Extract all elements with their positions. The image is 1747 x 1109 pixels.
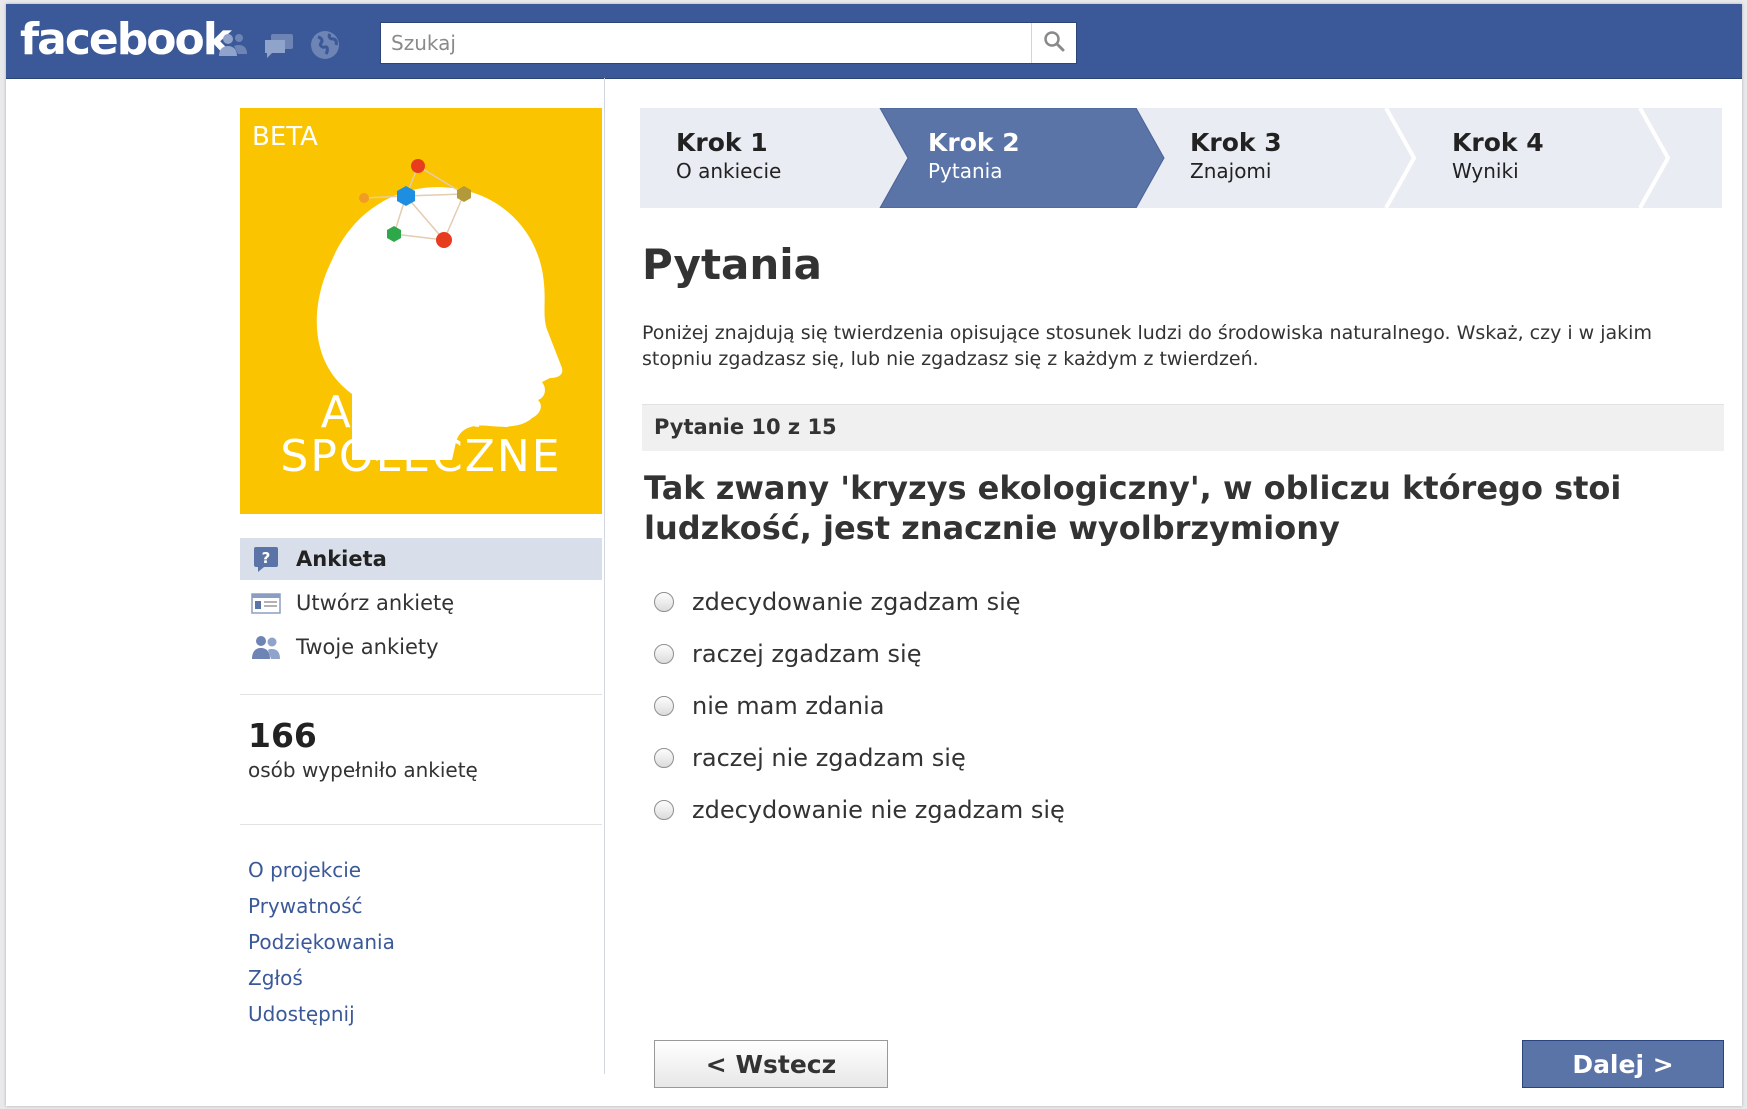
sidebar-nav: ? Ankieta Utwórz ankietę Twoje ankiety (240, 538, 602, 670)
app-title-line2: SPOŁECZNE (280, 431, 562, 482)
radio-button[interactable] (654, 800, 674, 820)
question-text: Tak zwany 'kryzys ekologiczny', w oblicz… (644, 469, 1622, 547)
link-report[interactable]: Zgłoś (248, 960, 395, 996)
sidebar-item-label: Twoje ankiety (296, 635, 439, 659)
step-subtitle: O ankiecie (676, 159, 782, 183)
search-icon (1043, 30, 1065, 56)
answer-option[interactable]: zdecydowanie zgadzam się (654, 576, 1065, 628)
search-button[interactable] (1031, 23, 1076, 63)
answer-label[interactable]: zdecydowanie nie zgadzam się (692, 796, 1065, 824)
messages-icon[interactable] (262, 28, 296, 62)
back-button[interactable]: < Wstecz (654, 1040, 888, 1088)
radio-button[interactable] (654, 644, 674, 664)
link-privacy[interactable]: Prywatność (248, 888, 395, 924)
step-progress: Krok 1 O ankiecie Krok 2 Pytania Krok 3 … (640, 108, 1722, 208)
answer-label[interactable]: raczej nie zgadzam się (692, 744, 966, 772)
answer-label[interactable]: zdecydowanie zgadzam się (692, 588, 1021, 616)
answer-option[interactable]: raczej zgadzam się (654, 628, 1065, 680)
step-subtitle: Pytania (928, 159, 1003, 183)
answer-option[interactable]: zdecydowanie nie zgadzam się (654, 784, 1065, 836)
step-2-active: Krok 2 Pytania (928, 128, 1020, 184)
step-subtitle: Znajomi (1190, 159, 1272, 183)
divider (240, 824, 602, 825)
link-share[interactable]: Udostępnij (248, 996, 395, 1032)
top-bar: facebook (6, 4, 1742, 79)
respondent-count-label: osób wypełniło ankietę (248, 758, 478, 782)
radio-button[interactable] (654, 696, 674, 716)
link-about-project[interactable]: O projekcie (248, 852, 395, 888)
step-title: Krok 1 (676, 128, 768, 157)
question-icon: ? (248, 544, 284, 574)
step-title: Krok 3 (1190, 128, 1282, 157)
sidebar-item-create-survey[interactable]: Utwórz ankietę (240, 582, 602, 624)
facebook-logo[interactable]: facebook (20, 14, 232, 66)
form-icon (248, 588, 284, 618)
question-progress-bar: Pytanie 10 z 15 (642, 404, 1724, 451)
browser-frame: facebook BETA (6, 4, 1742, 1106)
intro-text: Poniżej znajdują się twierdzenia opisują… (642, 322, 1652, 370)
answer-label[interactable]: nie mam zdania (692, 692, 885, 720)
step-1: Krok 1 O ankiecie (676, 128, 781, 184)
step-title: Krok 4 (1452, 128, 1544, 157)
answer-options: zdecydowanie zgadzam się raczej zgadzam … (654, 576, 1065, 836)
svg-text:?: ? (262, 549, 271, 567)
sidebar-item-ankieta[interactable]: ? Ankieta (240, 538, 602, 580)
app-title-line1: ANKIETY (320, 387, 522, 438)
respondent-count: 166 (248, 716, 317, 755)
friend-requests-icon[interactable] (216, 28, 250, 62)
step-subtitle: Wyniki (1452, 159, 1519, 183)
page-title: Pytania (642, 240, 822, 289)
answer-option[interactable]: nie mam zdania (654, 680, 1065, 732)
divider (240, 694, 602, 695)
users-icon (248, 632, 284, 662)
column-divider (604, 78, 605, 1074)
next-button[interactable]: Dalej > (1522, 1040, 1724, 1088)
answer-label[interactable]: raczej zgadzam się (692, 640, 921, 668)
step-arrows (640, 108, 1722, 208)
step-4: Krok 4 Wyniki (1452, 128, 1544, 184)
question-counter: Pytanie 10 z 15 (654, 415, 837, 439)
radio-button[interactable] (654, 592, 674, 612)
step-3: Krok 3 Znajomi (1190, 128, 1282, 184)
sidebar-item-label: Utwórz ankietę (296, 591, 455, 615)
notifications-globe-icon[interactable] (308, 28, 342, 62)
search-box (380, 22, 1077, 64)
app-cover[interactable]: BETA ANKIETY SPOŁECZNE (240, 108, 602, 514)
sidebar-item-your-surveys[interactable]: Twoje ankiety (240, 626, 602, 668)
sidebar-item-label: Ankieta (296, 547, 387, 571)
radio-button[interactable] (654, 748, 674, 768)
footer-links: O projekcie Prywatność Podziękowania Zgł… (248, 852, 395, 1032)
step-title: Krok 2 (928, 128, 1020, 157)
answer-option[interactable]: raczej nie zgadzam się (654, 732, 1065, 784)
search-input[interactable] (381, 23, 1041, 63)
link-acknowledgements[interactable]: Podziękowania (248, 924, 395, 960)
